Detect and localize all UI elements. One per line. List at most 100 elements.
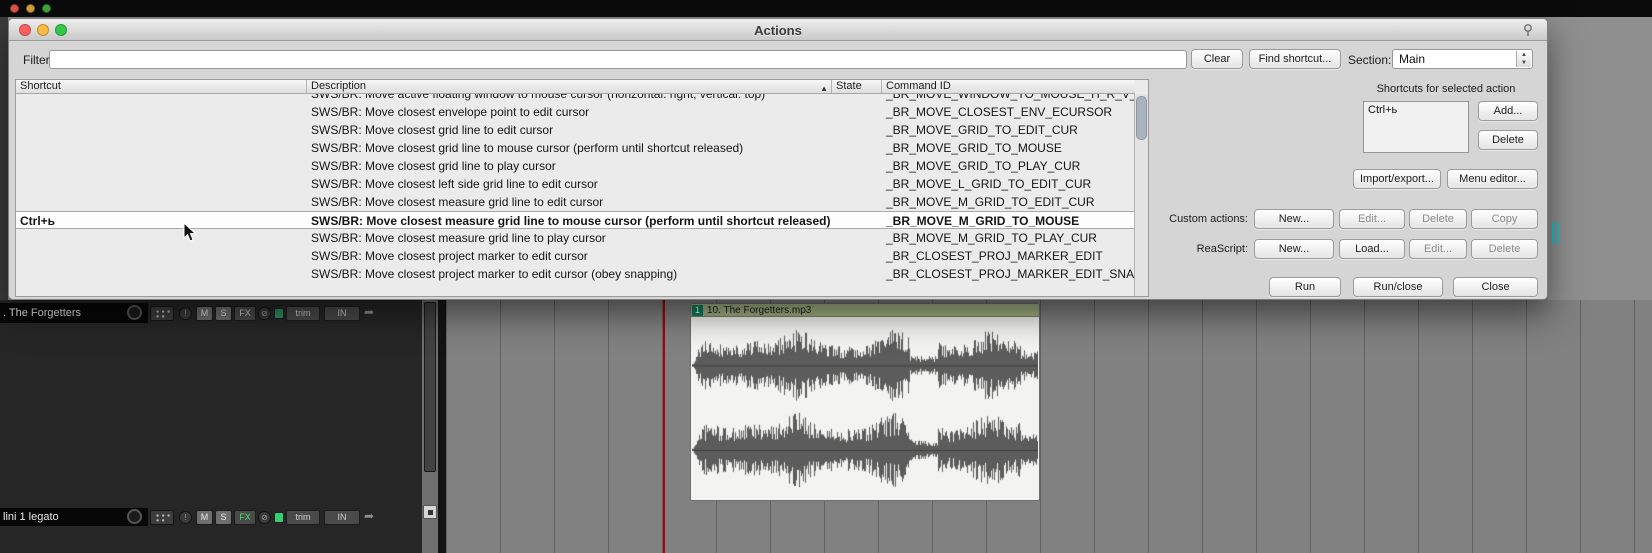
reascript-edit-button[interactable]: Edit... [1409, 239, 1467, 259]
action-rows: SWS/BR: Move active floating window to m… [16, 94, 1135, 296]
reascript-delete-button[interactable]: Delete [1471, 239, 1538, 259]
action-row[interactable]: SWS/BR: Move closest measure grid line t… [16, 193, 1135, 211]
row-shortcut [16, 94, 307, 103]
row-command-id: _BR_CLOSEST_PROJ_MARKER_EDIT [886, 249, 1103, 263]
record-arm-button[interactable]: ! [179, 511, 192, 524]
actions-dialog: Actions Filter Clear Find shortcut... Se… [8, 18, 1548, 300]
column-header-description[interactable]: Description ▲ [307, 80, 832, 93]
monitor-indicator-icon[interactable] [274, 512, 284, 523]
column-header-command-id[interactable]: Command ID [882, 80, 1135, 93]
row-command-id: _BR_MOVE_CLOSEST_ENV_ECURSOR [886, 105, 1113, 119]
monitor-indicator-icon[interactable] [274, 308, 284, 319]
track-name-label[interactable]: lini 1 legato [0, 508, 148, 526]
row-state [832, 103, 882, 121]
action-row[interactable]: SWS/BR: Move closest grid line to edit c… [16, 121, 1135, 139]
mute-button[interactable]: M [196, 510, 213, 525]
find-shortcut-button[interactable]: Find shortcut... [1249, 49, 1341, 69]
row-shortcut [16, 229, 307, 247]
menu-editor-button[interactable]: Menu editor... [1447, 169, 1538, 189]
pan-knob[interactable] [127, 509, 142, 524]
custom-edit-button[interactable]: Edit... [1339, 209, 1405, 229]
fx-button[interactable]: FX [234, 510, 256, 525]
close-button[interactable]: Close [1453, 277, 1538, 297]
row-command-id: _BR_MOVE_GRID_TO_EDIT_CUR [886, 123, 1078, 137]
scrollbar-thumb[interactable] [424, 302, 436, 472]
mute-button[interactable]: M [196, 306, 213, 321]
action-row[interactable]: SWS/BR: Move closest left side grid line… [16, 175, 1135, 193]
run-close-button[interactable]: Run/close [1353, 277, 1443, 297]
main-minimize-button[interactable] [26, 4, 35, 13]
main-close-button[interactable] [10, 4, 19, 13]
action-row[interactable]: Ctrl+ь SWS/BR: Move closest measure grid … [16, 211, 1135, 229]
action-row[interactable]: SWS/BR: Move closest measure grid line t… [16, 229, 1135, 247]
track-panel-scrollbar[interactable] [422, 300, 438, 553]
table-scrollbar[interactable] [1134, 94, 1148, 296]
fx-button[interactable]: FX [234, 306, 256, 321]
row-command-id: _BR_MOVE_L_GRID_TO_EDIT_CUR [886, 177, 1092, 191]
custom-actions-label: Custom actions: [1169, 213, 1248, 225]
reascript-load-button[interactable]: Load... [1339, 239, 1405, 259]
action-row[interactable]: SWS/BR: Move closest envelope point to e… [16, 103, 1135, 121]
row-state [832, 247, 882, 265]
custom-delete-button[interactable]: Delete [1409, 209, 1467, 229]
run-button[interactable]: Run [1269, 277, 1341, 297]
filter-input[interactable] [49, 50, 1187, 69]
panel-divider[interactable] [438, 300, 446, 553]
media-item-titlebar[interactable]: 1 10. The Forgetters.mp3 [691, 304, 1039, 317]
custom-new-button[interactable]: New... [1254, 209, 1334, 229]
row-state [832, 265, 882, 283]
trim-button[interactable]: trim [286, 510, 320, 525]
input-button[interactable]: IN [324, 510, 360, 525]
waveform-canvas[interactable] [692, 318, 1038, 500]
input-button[interactable]: IN [324, 306, 360, 321]
row-shortcut [16, 121, 307, 139]
table-scrollbar-thumb[interactable] [1136, 96, 1147, 140]
routing-button[interactable] [150, 510, 174, 525]
row-state [832, 175, 882, 193]
row-state [832, 193, 882, 211]
track-name-label[interactable]: . The Forgetters [0, 303, 148, 323]
row-description: SWS/BR: Move closest envelope point to e… [311, 105, 590, 119]
media-item[interactable]: 1 10. The Forgetters.mp3 [690, 303, 1040, 501]
main-window-titlebar [0, 0, 1652, 17]
automation-button[interactable]: ⊘ [258, 307, 271, 320]
reascript-new-button[interactable]: New... [1254, 239, 1334, 259]
delete-shortcut-button[interactable]: Delete [1478, 130, 1538, 150]
table-header[interactable]: Shortcut Description ▲ State Command ID [16, 80, 1135, 94]
phase-arrow-icon[interactable]: ➦ [364, 509, 374, 523]
action-row[interactable]: SWS/BR: Move closest project marker to e… [16, 247, 1135, 265]
main-zoom-button[interactable] [42, 4, 51, 13]
clear-button[interactable]: Clear [1191, 49, 1243, 69]
action-row[interactable]: SWS/BR: Move closest grid line to mouse … [16, 139, 1135, 157]
row-description: SWS/BR: Move active floating window to m… [311, 94, 766, 101]
pan-knob[interactable] [127, 305, 142, 320]
trim-button[interactable]: trim [286, 306, 320, 321]
add-shortcut-button[interactable]: Add... [1478, 101, 1538, 121]
record-arm-button[interactable]: ! [179, 307, 192, 320]
column-header-shortcut[interactable]: Shortcut [16, 80, 307, 93]
automation-button[interactable]: ⊘ [258, 511, 271, 524]
pin-icon[interactable] [1521, 23, 1535, 37]
column-header-state[interactable]: State [832, 80, 882, 93]
row-command-id: _BR_MOVE_WINDOW_TO_MOUSE_H_R_V_T [886, 94, 1135, 101]
action-row[interactable]: SWS/BR: Move closest project marker to e… [16, 265, 1135, 283]
dialog-titlebar[interactable]: Actions [9, 19, 1547, 41]
import-export-button[interactable]: Import/export... [1353, 169, 1441, 189]
section-select[interactable]: Main ▲ ▼ [1392, 49, 1533, 69]
custom-copy-button[interactable]: Copy [1471, 209, 1538, 229]
action-row[interactable]: SWS/BR: Move closest grid line to play c… [16, 157, 1135, 175]
media-item-title: 10. The Forgetters.mp3 [707, 305, 812, 316]
phase-arrow-icon[interactable]: ➦ [364, 305, 374, 319]
row-shortcut: Ctrl+ь [20, 214, 56, 228]
action-row[interactable]: SWS/BR: Move active floating window to m… [16, 94, 1135, 103]
zoom-button[interactable] [423, 505, 437, 519]
row-command-id: _BR_MOVE_M_GRID_TO_EDIT_CUR [886, 195, 1095, 209]
row-command-id: _BR_CLOSEST_PROJ_MARKER_EDIT_SNAP [886, 267, 1135, 281]
row-shortcut [16, 265, 307, 283]
row-description: SWS/BR: Move closest left side grid line… [311, 177, 598, 191]
arrange-view[interactable] [446, 300, 1652, 553]
solo-button[interactable]: S [215, 510, 232, 525]
routing-button[interactable] [150, 306, 174, 321]
shortcut-listbox[interactable]: Ctrl+ь [1363, 101, 1469, 153]
solo-button[interactable]: S [215, 306, 232, 321]
